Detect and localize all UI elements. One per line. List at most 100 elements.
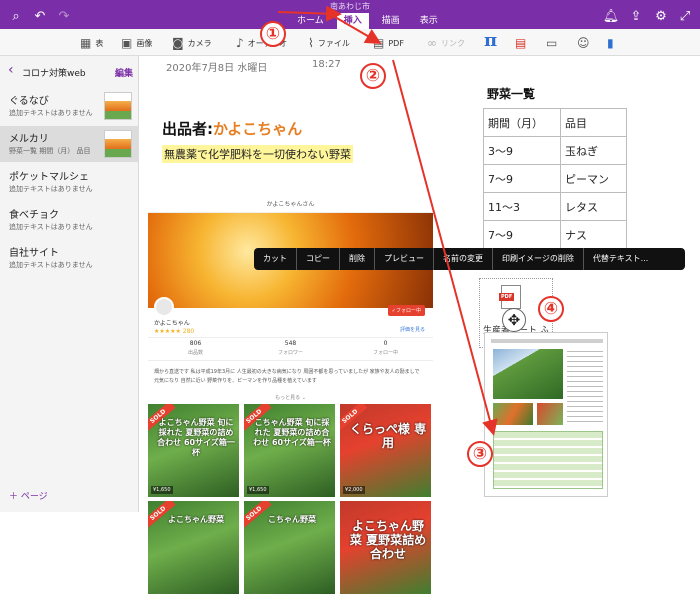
note-date: 2020年7月8日 水曜日 bbox=[166, 63, 268, 74]
insert-pdf-button[interactable]: ▤ PDF bbox=[373, 34, 404, 52]
follow-badge: ✓フォロー中 bbox=[387, 305, 425, 316]
insert-file-button[interactable]: ⌇ ファイル bbox=[308, 34, 350, 52]
note-time: 18:27 bbox=[312, 59, 341, 70]
seller-heading[interactable]: 出品者:かよこちゃん bbox=[162, 118, 302, 139]
move-handle-icon[interactable]: ✥ bbox=[502, 308, 526, 332]
tab-view[interactable]: 表示 bbox=[413, 13, 445, 29]
page-item-tabechoku[interactable]: 食べチョク 追加テキストはありません bbox=[0, 202, 139, 238]
table-row: 7〜9 ピーマン bbox=[483, 164, 627, 193]
profile-stats: 806 出品数 548 フォロワー 0 フォロー中 bbox=[148, 337, 433, 361]
gear-icon[interactable]: ⚙ bbox=[653, 8, 669, 24]
menu-item-preview[interactable]: プレビュー bbox=[375, 248, 434, 270]
show-more-link: もっと見る ⌄ bbox=[275, 395, 306, 401]
listing-item: よこちゃん野菜 夏野菜詰め合わせ bbox=[340, 501, 431, 594]
share-icon[interactable]: ⇪ bbox=[628, 8, 644, 24]
listing-item: SOLD こちゃん野菜 bbox=[244, 501, 335, 594]
insert-image-button[interactable]: ▣ 画像 bbox=[121, 34, 152, 52]
calendar-icon: ▤ bbox=[515, 36, 527, 50]
smiley-icon: ☺ bbox=[577, 36, 590, 50]
note-canvas[interactable]: 2020年7月8日 水曜日 18:27 出品者:かよこちゃん 無農薬で化学肥料を… bbox=[140, 56, 700, 594]
page-list-sidebar: ‹ コロナ対策web 編集 ぐるなび 追加テキストはありません メルカリ 野菜一… bbox=[0, 56, 139, 512]
farmer-photo bbox=[493, 349, 563, 399]
menu-item-copy[interactable]: コピー bbox=[297, 248, 340, 270]
callout-4: ④ bbox=[538, 291, 564, 322]
undo-icon[interactable]: ↶ bbox=[32, 8, 48, 24]
stat-followers: 548 フォロワー bbox=[277, 340, 303, 356]
insert-toolbar: ▦ 表 ▣ 画像 ◙ カメラ ♪ オーディオ ⌇ ファイル ▤ PDF ∞ リン… bbox=[0, 29, 700, 56]
insert-page-button[interactable]: ▭ bbox=[546, 34, 557, 52]
image-icon: ▣ bbox=[121, 36, 133, 50]
listing-item: SOLD よこちゃん野菜 旬に採れた 夏野菜の詰め合わせ 60サイズ箱一杯 ¥1… bbox=[148, 404, 239, 497]
ribbon-tabs: ホーム 挿入 描画 表示 bbox=[290, 13, 445, 29]
insert-calendar-button[interactable]: ▤ bbox=[515, 34, 526, 52]
tab-home[interactable]: ホーム bbox=[290, 13, 331, 29]
rating-stars: ★★★★★ 280 bbox=[154, 328, 195, 335]
highlighted-text[interactable]: 無農薬で化学肥料を一切使わない野菜 bbox=[162, 145, 353, 163]
title-bar: 南あわじ市 ⌕ ↶ ↷ ホーム 挿入 描画 表示 🔔︎ ⇪ ⚙ ⤢ bbox=[0, 0, 700, 29]
edit-button[interactable]: 編集 bbox=[115, 66, 133, 79]
avatar bbox=[154, 297, 174, 317]
tab-insert[interactable]: 挿入 bbox=[336, 13, 369, 29]
table-row: 3〜9 玉ねぎ bbox=[483, 136, 627, 165]
link-icon: ∞ bbox=[427, 36, 437, 50]
listing-item: SOLD よこちゃん野菜 bbox=[148, 501, 239, 594]
veg-table-title: 野菜一覧 bbox=[487, 87, 536, 101]
callout-2: ② bbox=[360, 58, 386, 89]
section-header: ‹ コロナ対策web 編集 bbox=[0, 56, 139, 86]
listing-item: SOLD こちゃん野菜 旬に採れた 夏野菜の詰め合わせ 60サイズ箱一杯 ¥1,… bbox=[244, 404, 335, 497]
paperclip-icon: ⌇ bbox=[308, 36, 314, 50]
page-item-mercari[interactable]: メルカリ 野菜一覧 期間（月） 品目 bbox=[0, 126, 139, 162]
rating-link: 評価を見る bbox=[399, 327, 425, 333]
table-row: 11〜3 レタス bbox=[483, 192, 627, 221]
notebook-icon: ▮ bbox=[607, 36, 614, 50]
insert-math-button[interactable]: π bbox=[484, 29, 498, 51]
insert-sticker-button[interactable]: ☺ bbox=[577, 34, 590, 52]
menu-item-rename[interactable]: 名前の変更 bbox=[434, 248, 493, 270]
menu-item-remove-printout[interactable]: 印刷イメージの削除 bbox=[493, 248, 584, 270]
context-menu: カット コピー 削除 プレビュー 名前の変更 印刷イメージの削除 代替テキスト.… bbox=[254, 248, 685, 270]
tab-draw[interactable]: 描画 bbox=[375, 13, 407, 29]
math-pi-icon: π bbox=[484, 29, 498, 51]
pdf-icon: ▤ bbox=[373, 36, 385, 50]
embed-username: かよこちゃん bbox=[154, 320, 190, 327]
search-icon[interactable]: ⌕ bbox=[8, 8, 24, 24]
page-item-pocket-marche[interactable]: ポケットマルシェ 追加テキストはありません bbox=[0, 164, 139, 200]
section-title: コロナ対策web bbox=[22, 69, 86, 79]
seller-name: かよこちゃん bbox=[213, 120, 303, 138]
bell-icon[interactable]: 🔔︎ bbox=[603, 8, 620, 24]
page-item-gurunavi[interactable]: ぐるなび 追加テキストはありません bbox=[0, 88, 139, 124]
insert-link-button[interactable]: ∞ リンク bbox=[427, 34, 465, 52]
callout-1: ① bbox=[260, 16, 286, 47]
printout-table bbox=[493, 431, 603, 489]
add-page-button[interactable]: ＋ ページ bbox=[9, 489, 48, 502]
notebook-title: 南あわじ市 bbox=[330, 2, 370, 11]
profile-description: 畑から直送です 私は平成19年3月に 人生最初の大きな病気になり 周囲不都を思っ… bbox=[154, 369, 420, 384]
page-thumbnail bbox=[104, 130, 132, 158]
veg-table[interactable]: 期間（月） 品目 3〜9 玉ねぎ 7〜9 ピーマン 11〜3 レタス 7〜9 ナ… bbox=[483, 108, 627, 249]
callout-3: ③ bbox=[467, 436, 493, 467]
camera-icon: ◙ bbox=[172, 36, 184, 50]
back-chevron-icon[interactable]: ‹ bbox=[8, 62, 14, 78]
embed-header: かよこちゃんさん bbox=[148, 197, 433, 213]
insert-table-button[interactable]: ▦ 表 bbox=[80, 34, 103, 52]
table-icon: ▦ bbox=[80, 36, 92, 50]
menu-item-cut[interactable]: カット bbox=[254, 248, 297, 270]
page-item-own-site[interactable]: 自社サイト 追加テキストはありません bbox=[0, 240, 139, 276]
listing-item: SOLD くらっぺ様 専用 ¥2,000 bbox=[340, 404, 431, 497]
menu-item-alt-text[interactable]: 代替テキスト... bbox=[584, 248, 657, 270]
insert-camera-button[interactable]: ◙ カメラ bbox=[172, 34, 212, 52]
pdf-printout-preview[interactable] bbox=[484, 332, 608, 497]
stat-listings: 806 出品数 bbox=[187, 340, 203, 356]
expand-icon[interactable]: ⤢ bbox=[677, 8, 693, 24]
insert-notebook-button[interactable]: ▮ bbox=[607, 34, 614, 52]
table-row: 7〜9 ナス bbox=[483, 220, 627, 249]
table-row: 期間（月） 品目 bbox=[483, 108, 627, 137]
redo-icon[interactable]: ↷ bbox=[56, 8, 72, 24]
stat-following: 0 フォロー中 bbox=[372, 340, 398, 356]
menu-item-delete[interactable]: 削除 bbox=[340, 248, 375, 270]
page-thumbnail bbox=[104, 92, 132, 120]
mercari-profile-screenshot[interactable]: かよこちゃんさん かよこちゃん ★★★★★ 280 ✓フォロー中 評価を見る 8… bbox=[148, 197, 433, 594]
pdf-badge: PDF bbox=[499, 293, 515, 301]
microphone-icon: ♪ bbox=[236, 36, 244, 50]
page-template-icon: ▭ bbox=[546, 36, 558, 50]
